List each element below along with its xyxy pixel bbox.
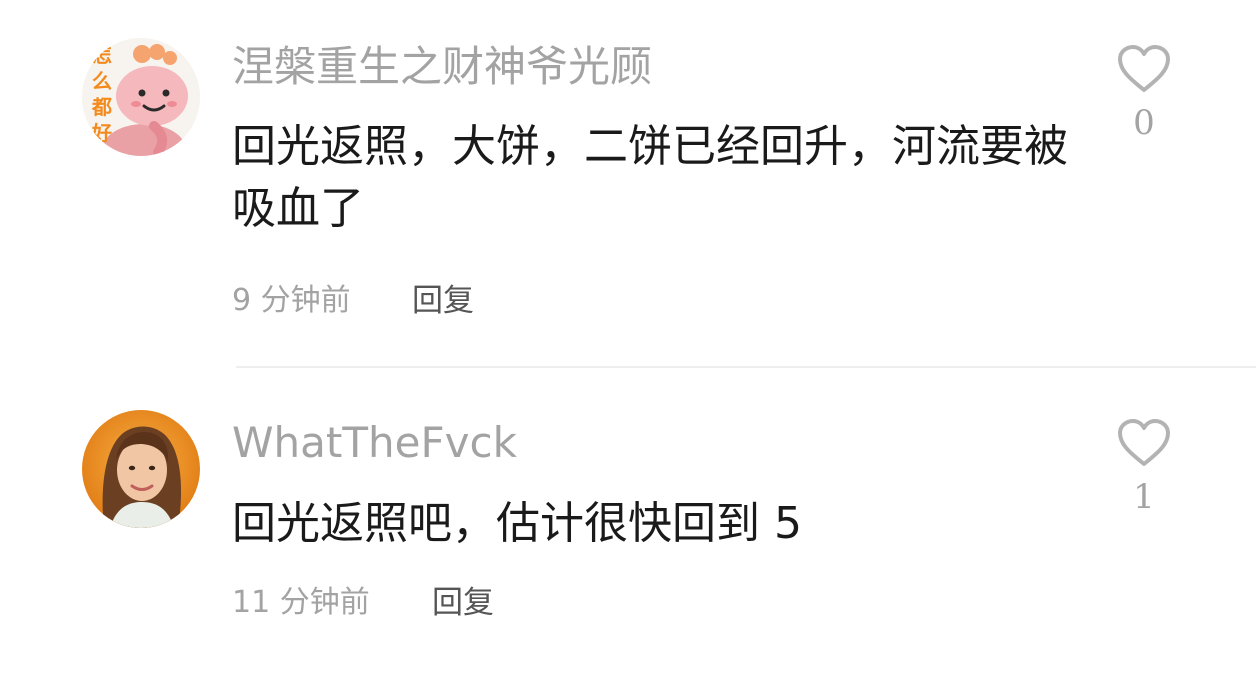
username[interactable]: 涅槃重生之财神爷光顾 bbox=[232, 46, 652, 88]
like-count: 1 bbox=[1133, 477, 1155, 517]
avatar[interactable] bbox=[82, 410, 200, 528]
avatar[interactable]: 怎么都好 bbox=[82, 38, 200, 156]
timestamp: 11 分钟前 bbox=[232, 585, 370, 620]
reply-button[interactable]: 回复 bbox=[432, 588, 494, 619]
heart-icon bbox=[1118, 419, 1170, 466]
like-button[interactable]: 1 bbox=[1114, 418, 1174, 514]
avatar-text-overlay: 怎么都好 bbox=[92, 43, 112, 145]
reply-button[interactable]: 回复 bbox=[412, 286, 474, 317]
comment-item: 怎么都好 涅槃重生之财神爷光顾 回光返照，大饼，二饼已经回升，河流要被吸血了 9… bbox=[0, 0, 1256, 366]
heart-icon bbox=[1118, 45, 1170, 92]
timestamp: 9 分钟前 bbox=[232, 283, 351, 318]
username[interactable]: WhatTheFvck bbox=[232, 422, 517, 464]
woman-portrait-avatar-icon bbox=[82, 410, 200, 528]
comment-text: 回光返照吧，估计很快回到 5 bbox=[232, 498, 802, 549]
like-count: 0 bbox=[1133, 103, 1155, 143]
comment-item: WhatTheFvck 回光返照吧，估计很快回到 5 11 分钟前 回复 1 bbox=[0, 368, 1256, 694]
comment-text: 回光返照，大饼，二饼已经回升，河流要被吸血了 bbox=[232, 121, 1068, 234]
like-button[interactable]: 0 bbox=[1114, 44, 1174, 140]
